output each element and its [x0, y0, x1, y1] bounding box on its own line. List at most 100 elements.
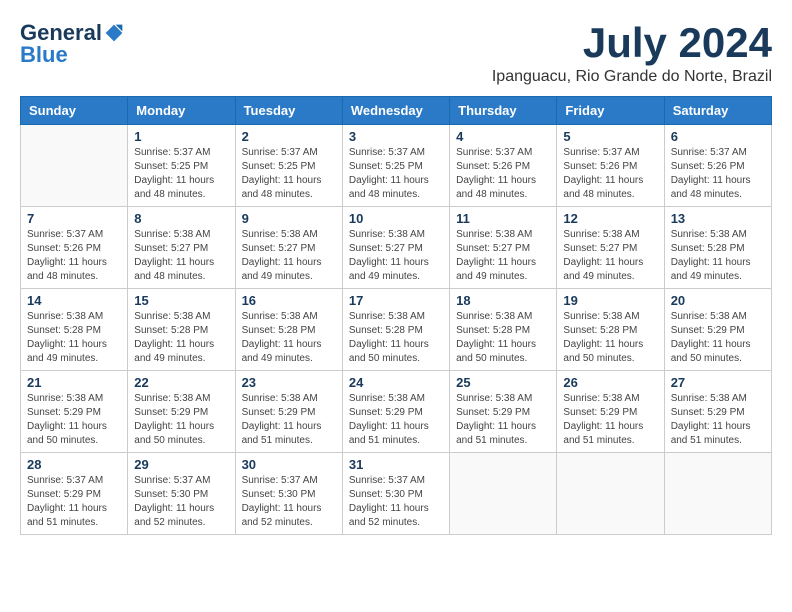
day-info: Sunrise: 5:38 AMSunset: 5:29 PMDaylight:… — [349, 392, 443, 448]
day-info: Sunrise: 5:38 AMSunset: 5:29 PMDaylight:… — [671, 310, 765, 366]
calendar-cell: 16Sunrise: 5:38 AMSunset: 5:28 PMDayligh… — [235, 289, 342, 371]
calendar-cell — [664, 453, 771, 535]
day-number: 25 — [456, 375, 550, 390]
day-number: 18 — [456, 293, 550, 308]
day-info: Sunrise: 5:38 AMSunset: 5:28 PMDaylight:… — [242, 310, 336, 366]
day-info: Sunrise: 5:38 AMSunset: 5:29 PMDaylight:… — [671, 392, 765, 448]
day-number: 13 — [671, 211, 765, 226]
calendar-cell: 15 Sunrise: 5:38 AMSunset: 5:28 PMDayligh… — [128, 289, 235, 371]
day-number: 19 — [563, 293, 657, 308]
day-number: 26 — [563, 375, 657, 390]
calendar-header-row: SundayMondayTuesdayWednesdayThursdayFrid… — [21, 97, 772, 125]
calendar-week-row: 7 Sunrise: 5:37 AMSunset: 5:26 PMDaylight… — [21, 207, 772, 289]
calendar-cell — [557, 453, 664, 535]
column-header-tuesday: Tuesday — [235, 97, 342, 125]
day-number: 29 — [134, 457, 228, 472]
column-header-friday: Friday — [557, 97, 664, 125]
column-header-sunday: Sunday — [21, 97, 128, 125]
day-number: 7 — [27, 211, 121, 226]
day-info: Sunrise: 5:38 AMSunset: 5:28 PMDaylight:… — [134, 310, 228, 366]
calendar-cell: 31 Sunrise: 5:37 AMSunset: 5:30 PMDayligh… — [342, 453, 449, 535]
calendar-cell: 21 Sunrise: 5:38 AMSunset: 5:29 PMDayligh… — [21, 371, 128, 453]
calendar-cell: 19Sunrise: 5:38 AMSunset: 5:28 PMDayligh… — [557, 289, 664, 371]
day-number: 20 — [671, 293, 765, 308]
calendar-cell: 1 Sunrise: 5:37 AMSunset: 5:25 PMDaylight… — [128, 125, 235, 207]
calendar-cell: 18 Sunrise: 5:38 AMSunset: 5:28 PMDayligh… — [450, 289, 557, 371]
day-info: Sunrise: 5:38 AMSunset: 5:27 PMDaylight:… — [563, 228, 657, 284]
day-info: Sunrise: 5:37 AMSunset: 5:30 PMDaylight:… — [349, 474, 443, 530]
day-number: 10 — [349, 211, 443, 226]
day-info: Sunrise: 5:38 AMSunset: 5:29 PMDaylight:… — [27, 392, 121, 448]
day-number: 1 — [134, 129, 228, 144]
calendar-cell: 5Sunrise: 5:37 AMSunset: 5:26 PMDaylight… — [557, 125, 664, 207]
calendar-week-row: 1 Sunrise: 5:37 AMSunset: 5:25 PMDaylight… — [21, 125, 772, 207]
calendar-cell: 10 Sunrise: 5:38 AMSunset: 5:27 PMDayligh… — [342, 207, 449, 289]
calendar-week-row: 14Sunrise: 5:38 AMSunset: 5:28 PMDayligh… — [21, 289, 772, 371]
day-number: 31 — [349, 457, 443, 472]
day-number: 15 — [134, 293, 228, 308]
day-number: 2 — [242, 129, 336, 144]
month-title: July 2024 — [492, 20, 772, 66]
day-info: Sunrise: 5:38 AMSunset: 5:29 PMDaylight:… — [456, 392, 550, 448]
day-number: 28 — [27, 457, 121, 472]
day-number: 27 — [671, 375, 765, 390]
day-info: Sunrise: 5:38 AMSunset: 5:28 PMDaylight:… — [671, 228, 765, 284]
calendar-cell: 13 Sunrise: 5:38 AMSunset: 5:28 PMDayligh… — [664, 207, 771, 289]
day-number: 12 — [563, 211, 657, 226]
column-header-monday: Monday — [128, 97, 235, 125]
day-number: 17 — [349, 293, 443, 308]
day-info: Sunrise: 5:38 AMSunset: 5:27 PMDaylight:… — [242, 228, 336, 284]
day-info: Sunrise: 5:37 AMSunset: 5:26 PMDaylight:… — [27, 228, 121, 284]
day-info: Sunrise: 5:37 AMSunset: 5:25 PMDaylight:… — [134, 146, 228, 202]
day-number: 30 — [242, 457, 336, 472]
calendar-week-row: 21 Sunrise: 5:38 AMSunset: 5:29 PMDayligh… — [21, 371, 772, 453]
calendar-cell: 24 Sunrise: 5:38 AMSunset: 5:29 PMDayligh… — [342, 371, 449, 453]
calendar-cell: 4 Sunrise: 5:37 AMSunset: 5:26 PMDaylight… — [450, 125, 557, 207]
day-number: 24 — [349, 375, 443, 390]
day-info: Sunrise: 5:38 AMSunset: 5:28 PMDaylight:… — [27, 310, 121, 366]
calendar-cell: 6 Sunrise: 5:37 AMSunset: 5:26 PMDaylight… — [664, 125, 771, 207]
calendar-cell: 23 Sunrise: 5:38 AMSunset: 5:29 PMDayligh… — [235, 371, 342, 453]
calendar-cell: 26 Sunrise: 5:38 AMSunset: 5:29 PMDayligh… — [557, 371, 664, 453]
calendar-cell: 9 Sunrise: 5:38 AMSunset: 5:27 PMDaylight… — [235, 207, 342, 289]
day-number: 4 — [456, 129, 550, 144]
calendar-cell: 17Sunrise: 5:38 AMSunset: 5:28 PMDayligh… — [342, 289, 449, 371]
day-number: 23 — [242, 375, 336, 390]
calendar-week-row: 28 Sunrise: 5:37 AMSunset: 5:29 PMDayligh… — [21, 453, 772, 535]
day-number: 21 — [27, 375, 121, 390]
column-header-thursday: Thursday — [450, 97, 557, 125]
day-number: 5 — [563, 129, 657, 144]
location-subtitle: Ipanguacu, Rio Grande do Norte, Brazil — [492, 68, 772, 86]
day-number: 11 — [456, 211, 550, 226]
calendar-cell — [21, 125, 128, 207]
calendar-cell: 11 Sunrise: 5:38 AMSunset: 5:27 PMDayligh… — [450, 207, 557, 289]
day-info: Sunrise: 5:37 AMSunset: 5:30 PMDaylight:… — [134, 474, 228, 530]
calendar-cell: 29 Sunrise: 5:37 AMSunset: 5:30 PMDayligh… — [128, 453, 235, 535]
calendar-cell: 2Sunrise: 5:37 AMSunset: 5:25 PMDaylight… — [235, 125, 342, 207]
logo: General Blue — [20, 20, 124, 68]
calendar-cell: 3Sunrise: 5:37 AMSunset: 5:25 PMDaylight… — [342, 125, 449, 207]
day-info: Sunrise: 5:37 AMSunset: 5:30 PMDaylight:… — [242, 474, 336, 530]
calendar-cell: 30 Sunrise: 5:37 AMSunset: 5:30 PMDayligh… — [235, 453, 342, 535]
calendar-cell: 20 Sunrise: 5:38 AMSunset: 5:29 PMDayligh… — [664, 289, 771, 371]
day-info: Sunrise: 5:38 AMSunset: 5:27 PMDaylight:… — [349, 228, 443, 284]
day-info: Sunrise: 5:38 AMSunset: 5:27 PMDaylight:… — [456, 228, 550, 284]
column-header-saturday: Saturday — [664, 97, 771, 125]
day-info: Sunrise: 5:38 AMSunset: 5:29 PMDaylight:… — [242, 392, 336, 448]
day-number: 8 — [134, 211, 228, 226]
day-info: Sunrise: 5:37 AMSunset: 5:29 PMDaylight:… — [27, 474, 121, 530]
logo-blue: Blue — [20, 42, 68, 68]
day-number: 6 — [671, 129, 765, 144]
day-info: Sunrise: 5:38 AMSunset: 5:29 PMDaylight:… — [563, 392, 657, 448]
day-info: Sunrise: 5:37 AMSunset: 5:25 PMDaylight:… — [349, 146, 443, 202]
calendar-cell: 27 Sunrise: 5:38 AMSunset: 5:29 PMDayligh… — [664, 371, 771, 453]
calendar-cell: 7 Sunrise: 5:37 AMSunset: 5:26 PMDaylight… — [21, 207, 128, 289]
day-info: Sunrise: 5:37 AMSunset: 5:26 PMDaylight:… — [671, 146, 765, 202]
calendar-cell: 8Sunrise: 5:38 AMSunset: 5:27 PMDaylight… — [128, 207, 235, 289]
day-number: 9 — [242, 211, 336, 226]
title-section: July 2024 Ipanguacu, Rio Grande do Norte… — [492, 20, 772, 86]
day-info: Sunrise: 5:37 AMSunset: 5:26 PMDaylight:… — [456, 146, 550, 202]
calendar-cell: 28 Sunrise: 5:37 AMSunset: 5:29 PMDayligh… — [21, 453, 128, 535]
day-info: Sunrise: 5:38 AMSunset: 5:28 PMDaylight:… — [456, 310, 550, 366]
day-info: Sunrise: 5:38 AMSunset: 5:29 PMDaylight:… — [134, 392, 228, 448]
